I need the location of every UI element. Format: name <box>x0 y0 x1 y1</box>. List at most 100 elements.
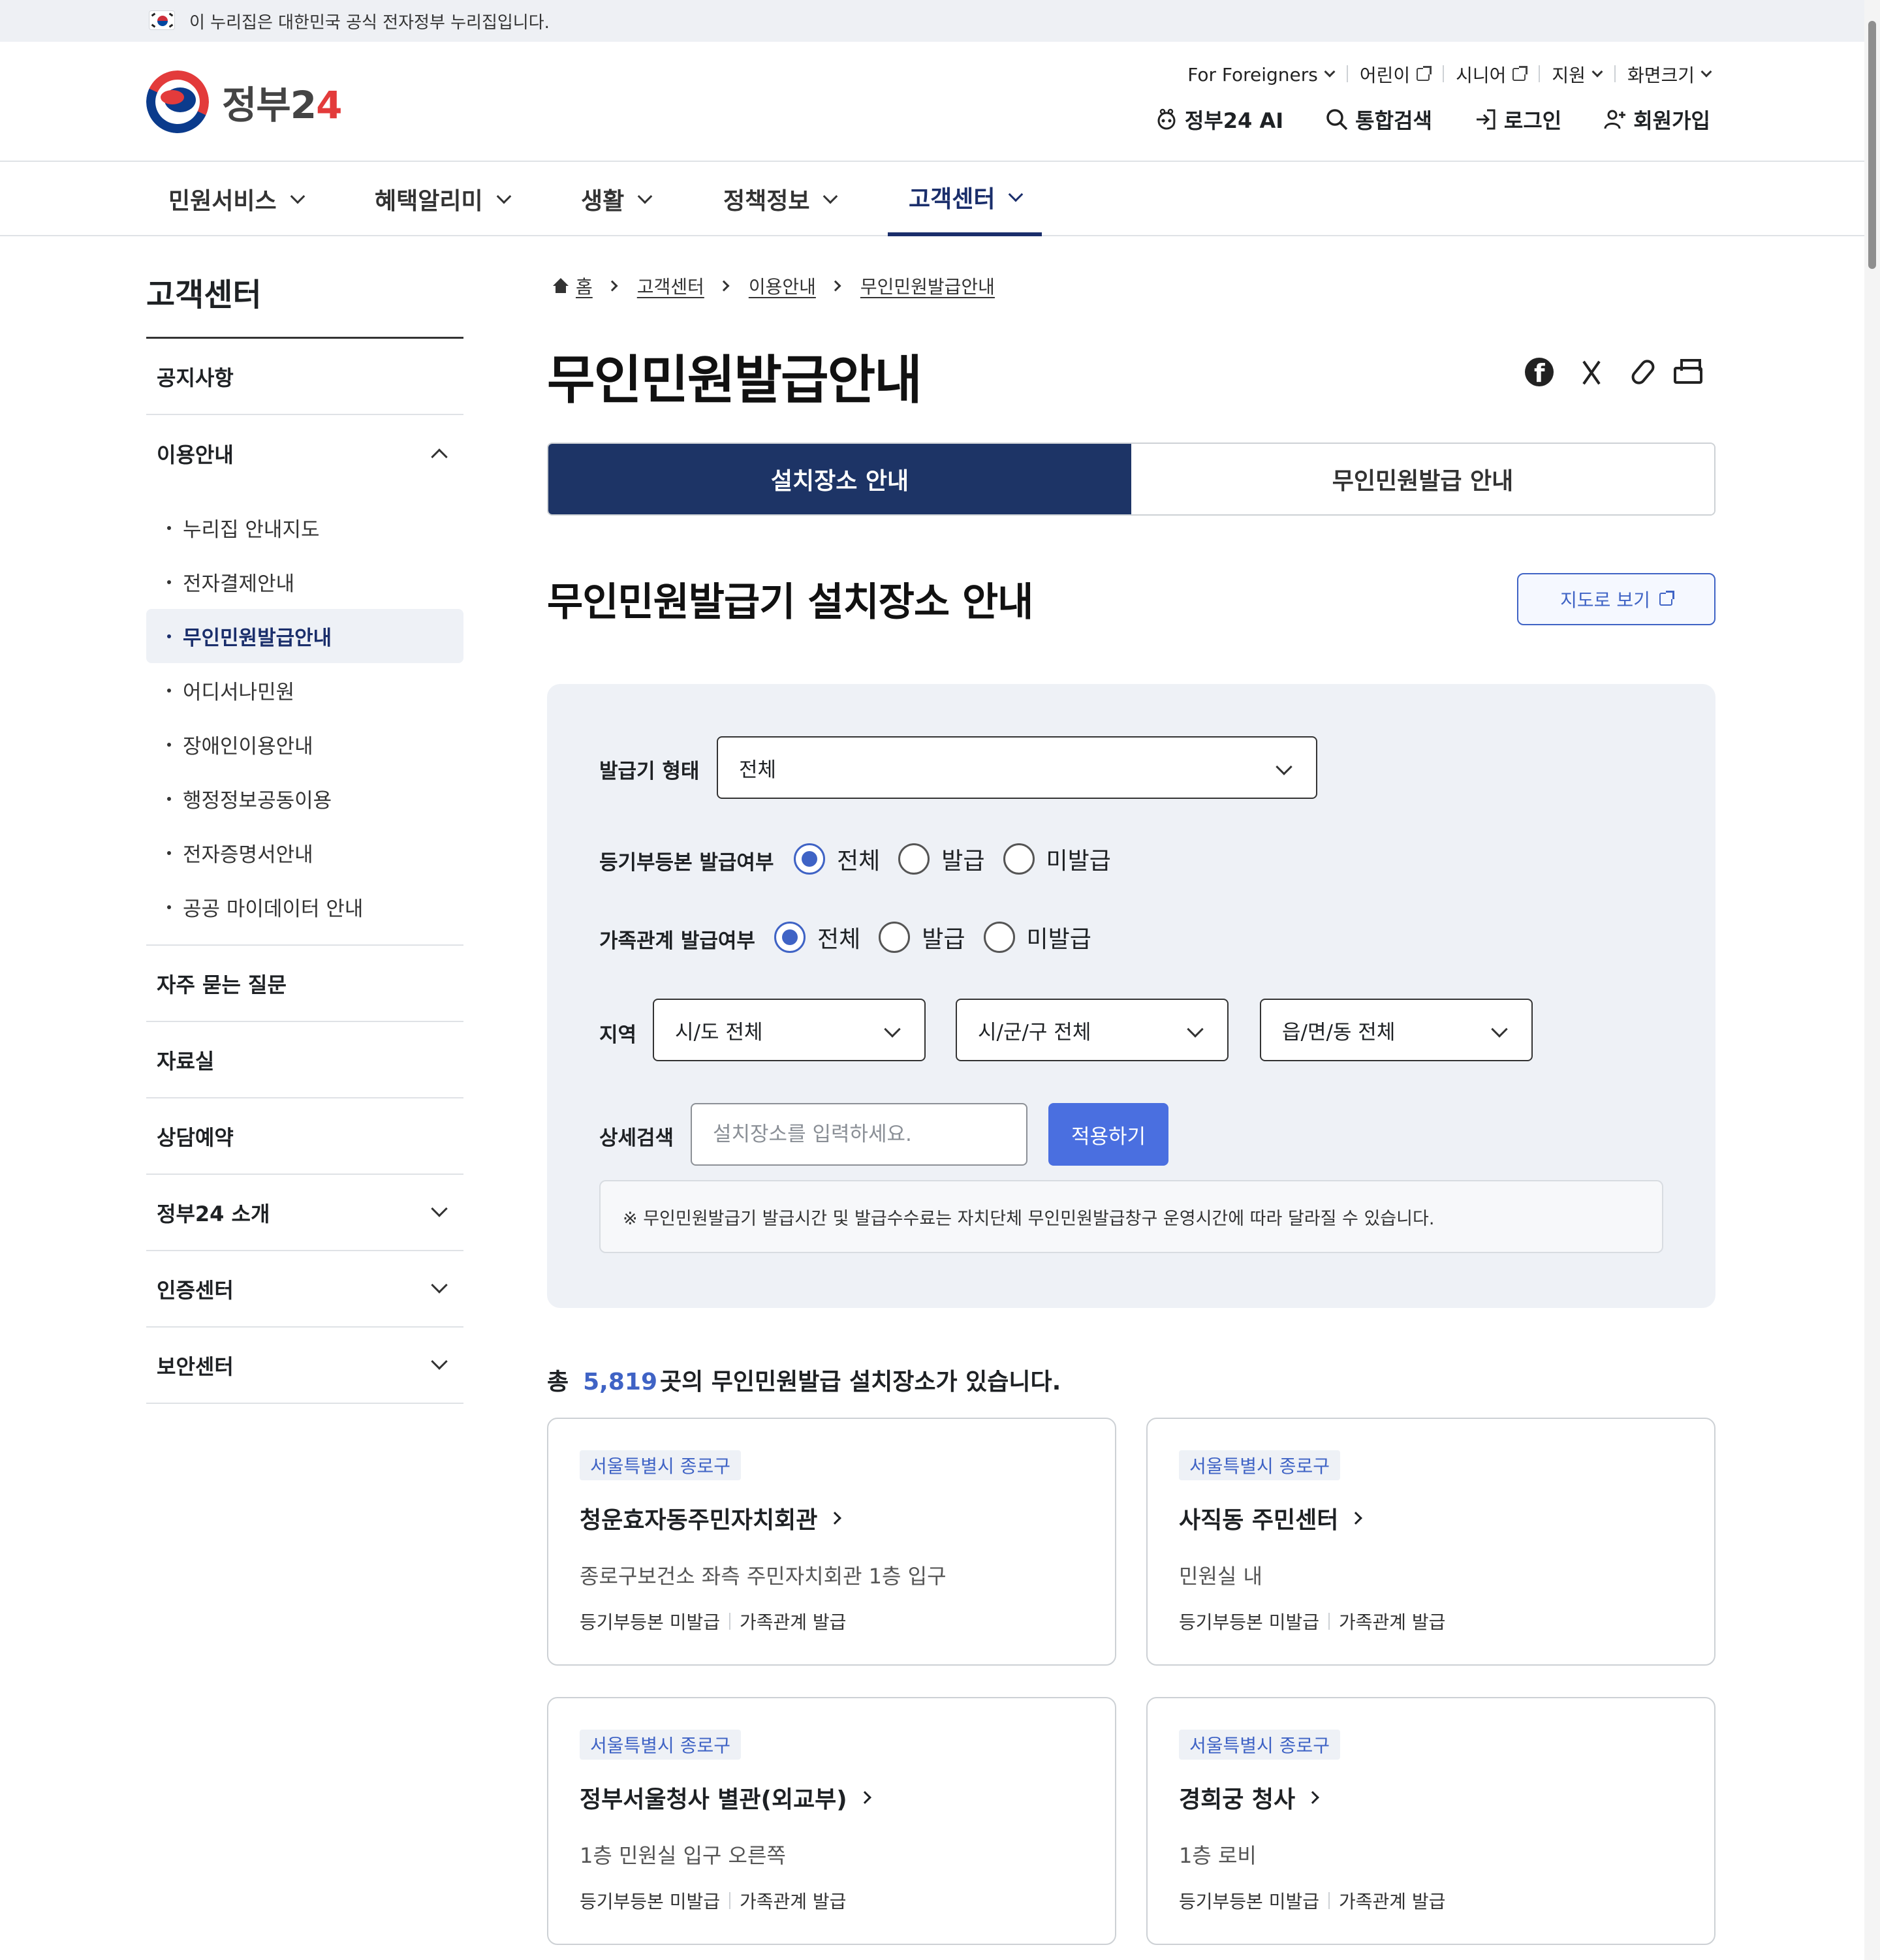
dong-select[interactable]: 읍/면/동 전체 <box>1260 999 1533 1061</box>
util-senior[interactable]: 시니어 <box>1443 61 1539 87</box>
content-tabs: 설치장소 안내 무인민원발급 안내 <box>547 443 1716 516</box>
sidebar-subitem-admin-info[interactable]: 행정정보공동이용 <box>146 771 463 826</box>
chevron-down-icon <box>496 189 511 204</box>
sidebar-subitem-site-map[interactable]: 누리집 안내지도 <box>146 501 463 555</box>
issue-status: 등기부등본 미발급 가족관계 발급 <box>1179 1891 1446 1912</box>
map-view-button[interactable]: 지도로 보기 <box>1517 573 1716 625</box>
location-card[interactable]: 서울특별시 종로구 정부서울청사 별관(외교부) 1층 민원실 입구 오른쪽 등… <box>547 1697 1116 1945</box>
sidebar-subitem-kiosk[interactable]: 무인민원발급안내 <box>146 609 463 663</box>
location-card[interactable]: 서울특별시 종로구 청운효자동주민자치회관 종로구보건소 좌측 주민자치회관 1… <box>547 1418 1116 1666</box>
print-icon[interactable] <box>1674 359 1702 384</box>
detail-search-label: 상세검색 <box>599 1127 674 1150</box>
login-icon <box>1476 109 1496 130</box>
kiosk-type-select[interactable]: 전체 <box>717 736 1317 799</box>
total-count-number: 5,819 <box>583 1369 657 1395</box>
chevron-down-icon <box>884 1021 901 1038</box>
location-detail: 1층 로비 <box>1179 1843 1257 1868</box>
chevron-down-icon <box>431 1276 448 1294</box>
detail-search-input[interactable] <box>691 1103 1027 1166</box>
radio-unchecked[interactable] <box>898 843 930 875</box>
page-scrollbar[interactable] <box>1864 0 1880 1960</box>
radio-unchecked[interactable] <box>983 922 1015 953</box>
official-banner-text: 이 누리집은 대한민국 공식 전자정부 누리집입니다. <box>189 13 550 33</box>
location-name[interactable]: 정부서울청사 별관(외교부) <box>580 1781 871 1814</box>
sidebar-item-security-center[interactable]: 보안센터 <box>146 1328 463 1404</box>
gnb-item-policy[interactable]: 정책정보 <box>723 162 838 236</box>
sidebar-item-faq[interactable]: 자주 묻는 질문 <box>146 946 463 1022</box>
util-for-foreigners[interactable]: For Foreigners <box>1174 64 1347 86</box>
location-card[interactable]: 서울특별시 종로구 경희궁 청사 1층 로비 등기부등본 미발급 가족관계 발급 <box>1146 1697 1716 1945</box>
sidebar-item-notice[interactable]: 공지사항 <box>146 339 463 415</box>
sidebar-item-library[interactable]: 자료실 <box>146 1022 463 1098</box>
location-detail: 1층 민원실 입구 오른쪽 <box>580 1843 786 1868</box>
global-navigation: 민원서비스 혜택알리미 생활 정책정보 고객센터 <box>0 162 1864 236</box>
registry-option-issue[interactable]: 발급 <box>898 842 985 876</box>
apply-button[interactable]: 적용하기 <box>1048 1103 1168 1166</box>
scrollbar-thumb[interactable] <box>1868 21 1876 269</box>
util-children[interactable]: 어린이 <box>1346 61 1443 87</box>
breadcrumb-current[interactable]: 무인민원발급안내 <box>860 273 995 299</box>
sidebar-item-consult[interactable]: 상담예약 <box>146 1098 463 1175</box>
sidebar-subitem-e-payment[interactable]: 전자결제안내 <box>146 555 463 609</box>
tab-locations[interactable]: 설치장소 안내 <box>548 444 1131 514</box>
gnb-item-civil-service[interactable]: 민원서비스 <box>168 162 305 236</box>
registry-option-no-issue[interactable]: 미발급 <box>1003 842 1111 876</box>
logo-text: 정부24 <box>222 83 342 127</box>
chevron-down-icon <box>1591 66 1603 78</box>
search-icon <box>1326 109 1348 131</box>
breadcrumb-home[interactable]: 홈 <box>576 273 593 299</box>
sigungu-select[interactable]: 시/군/구 전체 <box>956 999 1229 1061</box>
registry-label: 등기부등본 발급여부 <box>599 851 774 875</box>
location-card[interactable]: 서울특별시 종로구 사직동 주민센터 민원실 내 등기부등본 미발급 가족관계 발… <box>1146 1418 1716 1666</box>
region-badge: 서울특별시 종로구 <box>580 1730 741 1760</box>
chevron-down-icon <box>1187 1021 1204 1038</box>
notice-box: ※ 무인민원발급기 발급시간 및 발급수수료는 자치단체 무인민원발급창구 운영… <box>599 1180 1663 1253</box>
family-option-no-issue[interactable]: 미발급 <box>983 920 1091 954</box>
family-option-all[interactable]: 전체 <box>774 920 860 954</box>
sido-select[interactable]: 시/도 전체 <box>653 999 926 1061</box>
chevron-down-icon <box>823 189 838 204</box>
gnb-item-life[interactable]: 생활 <box>581 162 653 236</box>
tab-kiosk-guide[interactable]: 무인민원발급 안내 <box>1131 444 1714 514</box>
radio-unchecked[interactable] <box>879 922 911 953</box>
gnb-item-customer-center[interactable]: 고객센터 <box>888 162 1042 236</box>
chevron-right-icon <box>858 1791 871 1804</box>
registry-option-all[interactable]: 전체 <box>794 842 880 876</box>
signup-button[interactable]: 회원가입 <box>1603 104 1710 134</box>
share-tools <box>1525 356 1726 388</box>
breadcrumb-guide[interactable]: 이용안내 <box>749 273 816 299</box>
family-option-issue[interactable]: 발급 <box>879 920 965 954</box>
chevron-down-icon <box>1324 66 1336 78</box>
breadcrumb: 홈 고객센터 이용안내 무인민원발급안내 <box>552 273 995 299</box>
sidebar-subitem-anywhere[interactable]: 어디서나민원 <box>146 663 463 717</box>
ai-bot-icon <box>1157 108 1176 130</box>
login-button[interactable]: 로그인 <box>1474 104 1561 134</box>
sidebar-subitem-mydata[interactable]: 공공 마이데이터 안내 <box>146 880 463 934</box>
site-logo[interactable]: 정부24 <box>146 70 342 133</box>
sidebar-item-cert-center[interactable]: 인증센터 <box>146 1251 463 1328</box>
location-name[interactable]: 경희궁 청사 <box>1179 1781 1320 1814</box>
radio-checked[interactable] <box>774 922 806 953</box>
chevron-right-icon <box>1349 1512 1363 1525</box>
gnb-item-benefits[interactable]: 혜택알리미 <box>375 162 511 236</box>
location-name[interactable]: 청운효자동주민자치회관 <box>580 1501 842 1535</box>
radio-unchecked[interactable] <box>1003 843 1035 875</box>
link-icon[interactable] <box>1629 356 1657 388</box>
chevron-right-icon <box>1306 1791 1320 1804</box>
search-button[interactable]: 통합검색 <box>1325 104 1432 134</box>
sidebar-item-about[interactable]: 정부24 소개 <box>146 1175 463 1251</box>
radio-checked[interactable] <box>794 843 825 875</box>
sidebar-subitem-disabled[interactable]: 장애인이용안내 <box>146 717 463 771</box>
location-name[interactable]: 사직동 주민센터 <box>1179 1501 1363 1535</box>
x-icon[interactable] <box>1577 358 1606 386</box>
ai-button[interactable]: 정부24 AI <box>1155 104 1283 134</box>
sidebar-subitem-e-certificate[interactable]: 전자증명서안내 <box>146 826 463 880</box>
family-label: 가족관계 발급여부 <box>599 929 755 953</box>
util-support[interactable]: 지원 <box>1539 61 1614 87</box>
sidebar-item-guide[interactable]: 이용안내 <box>146 415 463 491</box>
chevron-right-icon <box>606 280 618 292</box>
facebook-icon[interactable] <box>1525 358 1554 388</box>
util-font-size[interactable]: 화면크기 <box>1614 61 1712 87</box>
breadcrumb-customer-center[interactable]: 고객센터 <box>637 273 704 299</box>
issue-status: 등기부등본 미발급 가족관계 발급 <box>580 1611 847 1633</box>
